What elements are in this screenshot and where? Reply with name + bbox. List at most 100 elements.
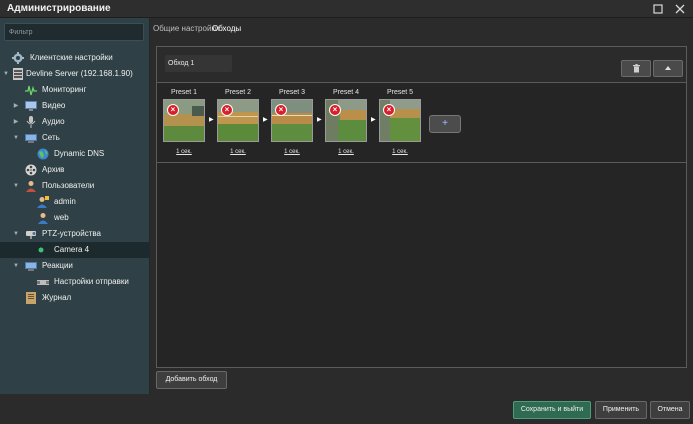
preset-name: Preset 1 [170,89,198,96]
window-title: Администрирование [7,3,111,14]
preset-name: Preset 3 [278,89,306,96]
trash-icon [632,64,640,73]
chevron-right-icon: ▶ [263,117,268,123]
preset-thumbnail: × [271,99,313,142]
chevron-down-icon[interactable]: ▼ [12,230,20,238]
tree-item-users[interactable]: ▼ Пользователи [0,178,150,194]
tree-item-monitoring[interactable]: Мониторинг [0,82,150,98]
route-name-field[interactable]: Обход 1 [165,55,232,72]
chevron-right-icon: ▶ [209,117,214,123]
film-reel-icon [25,164,37,176]
tab-routes[interactable]: Обходы [212,24,241,33]
preset-thumbnail: × [217,99,259,142]
preset-sequence: Preset 1 × 1 сек. ▶ Preset 2 × 1 сек. ▶ … [157,84,686,163]
apply-button[interactable]: Применить [595,401,647,419]
chevron-down-icon[interactable]: ▼ [12,262,20,270]
tree-item-label: Журнал [42,293,72,302]
tree-item-label: Devline Server (192.168.1.90) [26,69,133,78]
tree-item-label: Клиентские настройки [30,53,113,62]
preset-name: Preset 2 [224,89,252,96]
preset-duration[interactable]: 1 сек. [324,149,368,155]
tree-item-audio[interactable]: ▶ Аудио [0,114,150,130]
journal-icon [25,292,37,304]
error-x-icon: × [275,104,287,116]
tree-item-admin[interactable]: admin [0,194,150,210]
arrow-up-icon [665,66,671,70]
tree-item-label: Сеть [42,133,60,142]
tree-item-dynamic-dns[interactable]: Dynamic DNS [0,146,150,162]
tree-item-send-settings[interactable]: Настройки отправки [0,274,150,290]
tree-item-label: admin [54,197,76,206]
camera-dot-icon [37,246,45,254]
filter-input[interactable] [4,23,144,41]
monitor-icon [25,100,37,112]
sidebar: Клиентские настройки ▼ Devline Server (1… [0,18,150,394]
save-and-exit-button[interactable]: Сохранить и выйти [513,401,591,419]
preset-duration[interactable]: 1 сек. [270,149,314,155]
preset-name: Preset 5 [386,89,414,96]
web-user-icon [37,212,49,224]
send-settings-icon [37,276,49,288]
tree-item-client-settings[interactable]: Клиентские настройки [0,50,150,66]
preset-thumbnail: × [379,99,421,142]
preset-duration[interactable]: 1 сек. [162,149,206,155]
error-x-icon: × [383,104,395,116]
routes-panel: Обход 1 Preset 1 × 1 сек. ▶ Preset 2 × 1… [156,46,687,368]
network-icon [25,132,37,144]
tree-item-label: Мониторинг [42,85,87,94]
tree-item-label: web [54,213,69,222]
tree-item-label: Dynamic DNS [54,149,105,158]
tree-item-label: Аудио [42,117,65,126]
route-header: Обход 1 [157,47,686,83]
tree-item-label: Видео [42,101,66,110]
tree-item-server[interactable]: ▼ Devline Server (192.168.1.90) [0,66,150,82]
microphone-icon [25,116,37,128]
tree-item-reactions[interactable]: ▼ Реакции [0,258,150,274]
add-preset-button[interactable]: + [429,115,461,133]
cancel-button[interactable]: Отмена [650,401,690,419]
tree-item-label: Camera 4 [54,245,90,254]
maximize-icon[interactable] [651,2,665,16]
server-icon [12,68,24,80]
chevron-down-icon[interactable]: ▼ [2,70,10,78]
admin-user-icon [37,196,49,208]
chevron-down-icon[interactable]: ▼ [12,134,20,142]
tree-item-label: PTZ-устройства [42,229,101,238]
preset-duration[interactable]: 1 сек. [216,149,260,155]
gear-icon [12,52,24,64]
preset-thumbnail: × [163,99,205,142]
error-x-icon: × [221,104,233,116]
close-icon[interactable] [673,2,687,16]
tree-item-label: Настройки отправки [54,277,129,286]
error-x-icon: × [329,104,341,116]
tree-item-video[interactable]: ▶ Видео [0,98,150,114]
tab-general-settings[interactable]: Общие настройки [153,24,219,33]
users-icon [25,180,37,192]
tree-item-web[interactable]: web [0,210,150,226]
ptz-icon [25,228,37,240]
add-route-button[interactable]: Добавить обход [156,371,227,389]
tree-item-network[interactable]: ▼ Сеть [0,130,150,146]
tree-item-label: Реакции [42,261,73,270]
globe-icon [37,148,49,160]
tree-item-camera-4[interactable]: Camera 4 [0,242,150,258]
error-x-icon: × [167,104,179,116]
collapse-route-button[interactable] [653,60,683,77]
chevron-right-icon: ▶ [371,117,376,123]
tree-item-label: Архив [42,165,65,174]
chevron-right-icon[interactable]: ▶ [12,102,20,110]
preset-duration[interactable]: 1 сек. [378,149,422,155]
title-bar: Администрирование [0,0,693,18]
pulse-icon [25,84,37,96]
tree-item-archive[interactable]: Архив [0,162,150,178]
reactions-icon [25,260,37,272]
tree-item-label: Пользователи [42,181,95,190]
chevron-right-icon[interactable]: ▶ [12,118,20,126]
tree-item-ptz[interactable]: ▼ PTZ-устройства [0,226,150,242]
delete-route-button[interactable] [621,60,651,77]
preset-name: Preset 4 [332,89,360,96]
chevron-down-icon[interactable]: ▼ [12,182,20,190]
chevron-right-icon: ▶ [317,117,322,123]
preset-thumbnail: × [325,99,367,142]
tree-item-journal[interactable]: Журнал [0,290,150,306]
